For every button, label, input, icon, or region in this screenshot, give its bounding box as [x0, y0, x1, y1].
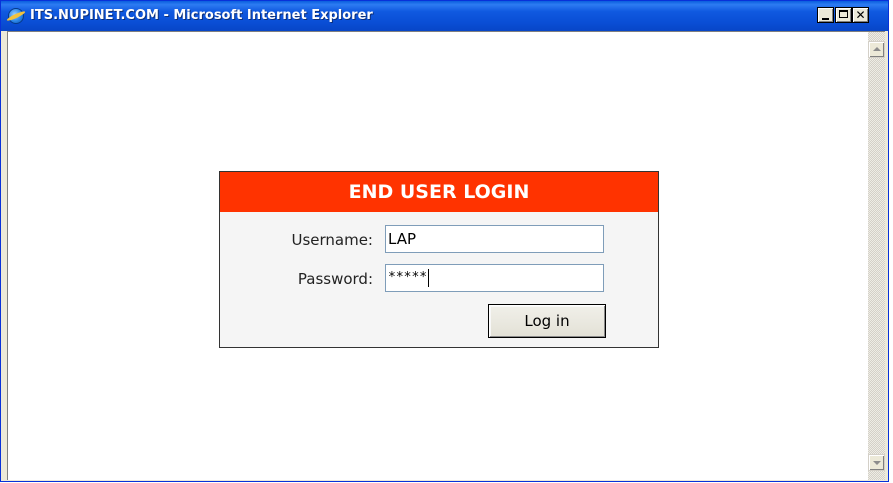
close-icon: ✕: [855, 8, 866, 22]
minimize-button[interactable]: [817, 7, 834, 23]
login-header: END USER LOGIN: [220, 172, 658, 212]
page-content: END USER LOGIN Username: LAP Password: *…: [7, 31, 885, 480]
password-mask: *****: [388, 270, 428, 285]
text-caret: [428, 268, 430, 287]
title-bar[interactable]: ITS.NUPINET.COM - Microsoft Internet Exp…: [1, 1, 888, 31]
login-panel: END USER LOGIN Username: LAP Password: *…: [219, 171, 659, 348]
arrow-up-icon: [873, 47, 881, 51]
username-label: Username:: [291, 231, 373, 249]
password-row: Password: *****: [220, 264, 658, 292]
password-input[interactable]: *****: [385, 264, 604, 292]
password-label: Password:: [297, 270, 373, 288]
vertical-scrollbar[interactable]: [868, 32, 885, 480]
username-row: Username: LAP: [220, 225, 658, 253]
close-button[interactable]: ✕: [852, 7, 869, 23]
scroll-up-button[interactable]: [868, 41, 885, 58]
login-button[interactable]: Log in: [488, 304, 606, 338]
scroll-down-button[interactable]: [868, 454, 885, 471]
maximize-button[interactable]: [835, 7, 852, 23]
internet-explorer-icon[interactable]: [8, 8, 24, 24]
username-input[interactable]: LAP: [385, 225, 604, 253]
window-title: ITS.NUPINET.COM - Microsoft Internet Exp…: [30, 8, 373, 23]
arrow-down-icon: [873, 461, 881, 465]
browser-window: ITS.NUPINET.COM - Microsoft Internet Exp…: [0, 0, 889, 482]
